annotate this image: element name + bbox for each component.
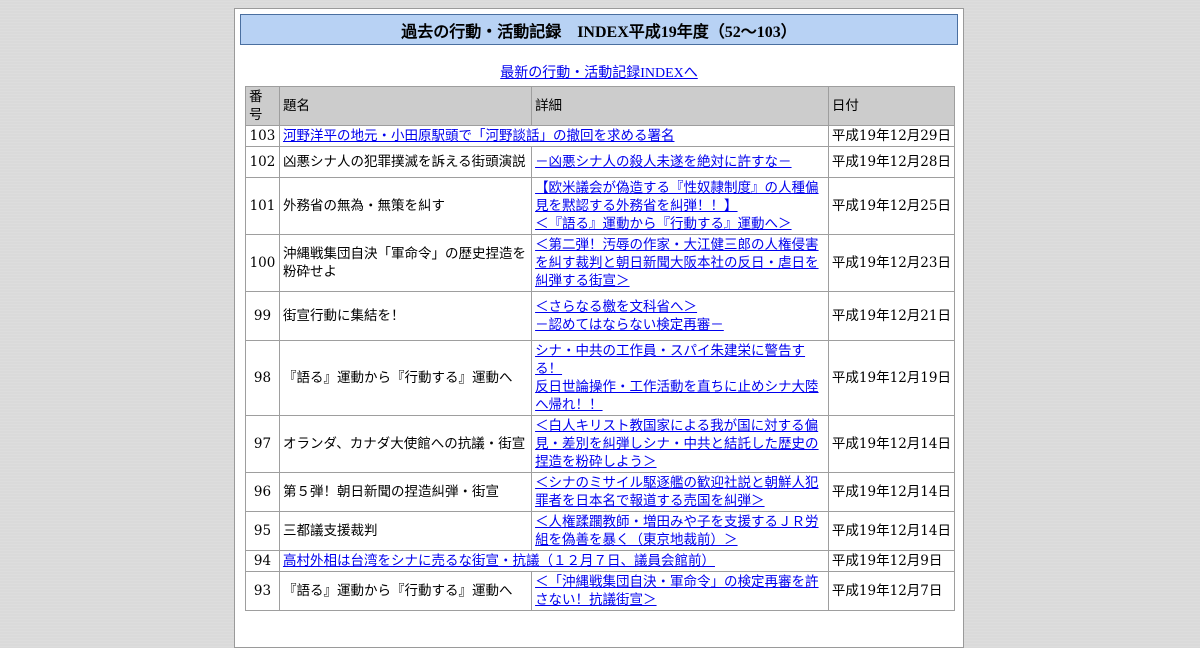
record-detail-cell: ＜シナのミサイル駆逐艦の歓迎社説と朝鮮人犯罪者を日本名で報道する売国を糾弾＞ <box>531 472 829 512</box>
record-detail-link[interactable]: ＜第二弾！汚辱の作家・大江健三郎の人権侵害を糾す裁判と朝日新聞大阪本社の反日・虐… <box>535 236 825 290</box>
record-detail-cell: ＜第二弾！汚辱の作家・大江健三郎の人権侵害を糾す裁判と朝日新聞大阪本社の反日・虐… <box>531 234 829 292</box>
record-title-cell: 外務省の無為・無策を糾す <box>278 177 533 235</box>
record-detail-cell: ＜白人キリスト教国家による我が国に対する偏見・差別を糾弾しシナ・中共と結託した歴… <box>531 415 829 473</box>
record-title: 凶悪シナ人の犯罪撲滅を訴える街頭演説 <box>282 154 526 170</box>
record-date: 平成19年12月14日 <box>827 472 956 512</box>
record-detail-link[interactable]: 反日世論操作・工作活動を直ちに止めシナ大陸へ帰れ！！ <box>535 378 825 414</box>
record-number: 96 <box>245 472 280 512</box>
table-row: 98 『語る』運動から『行動する』運動へ シナ・中共の工作員・スパイ朱建栄に警告する… <box>245 340 956 416</box>
table-row: 102 凶悪シナ人の犯罪撲滅を訴える街頭演説 －凶悪シナ人の殺人未遂を絶対に許すな－… <box>245 146 956 178</box>
record-title-cell: 『語る』運動から『行動する』運動へ <box>278 340 533 416</box>
record-detail-link[interactable]: シナ・中共の工作員・スパイ朱建栄に警告する！ <box>535 342 825 378</box>
record-detail-link[interactable]: ＜白人キリスト教国家による我が国に対する偏見・差別を糾弾しシナ・中共と結託した歴… <box>535 417 825 471</box>
latest-index-link[interactable]: 最新の行動・活動記録INDEXへ <box>500 66 698 81</box>
record-detail-link[interactable]: ＜さらなる檄を文科省へ＞ <box>535 298 825 316</box>
record-title: 外務省の無為・無策を糾す <box>282 198 445 214</box>
table-row: 101 外務省の無為・無策を糾す 【欧米議会が偽造する『性奴隷制度』の人種偏見を黙認… <box>245 177 956 235</box>
table-body: 103 河野洋平の地元・小田原駅頭で「河野談話」の撤回を求める署名平成19年12月… <box>245 125 956 611</box>
record-detail-link[interactable]: ＜「沖縄戦集団自決・軍命令」の検定再審を許さない！抗議街宣＞ <box>535 573 825 609</box>
record-number: 95 <box>245 511 280 551</box>
table-row: 99 街宣行動に集結を！ ＜さらなる檄を文科省へ＞ －認めてはならない検定再審－ 平成1… <box>245 291 956 341</box>
record-detail-cell: ＜「沖縄戦集団自決・軍命令」の検定再審を許さない！抗議街宣＞ <box>531 571 829 611</box>
page-title: 過去の行動・活動記録 INDEX平成19年度（52～103） <box>240 14 958 45</box>
record-title-cell: 第５弾！朝日新聞の捏造糾弾・街宣 <box>278 472 533 512</box>
record-date: 平成19年12月29日 <box>827 125 956 147</box>
table-header-row: 番号 題名 詳細 日付 <box>245 86 956 126</box>
record-title-cell: 河野洋平の地元・小田原駅頭で「河野談話」の撤回を求める署名 <box>278 125 829 147</box>
record-detail-cell: ＜人権蹂躙教師・増田みや子を支援するＪＲ労組を偽善を暴く（東京地裁前）＞ <box>531 511 829 551</box>
record-number: 98 <box>245 340 280 416</box>
table-row: 95 三都議支援裁判 ＜人権蹂躙教師・増田みや子を支援するＪＲ労組を偽善を暴く（東京… <box>245 511 956 551</box>
record-title-link[interactable]: 河野洋平の地元・小田原駅頭で「河野談話」の撤回を求める署名 <box>283 128 675 144</box>
record-number: 103 <box>245 125 280 147</box>
record-title: 第５弾！朝日新聞の捏造糾弾・街宣 <box>282 484 499 500</box>
record-number: 101 <box>245 177 280 235</box>
record-detail-link[interactable]: ＜『語る』運動から『行動する』運動へ＞ <box>535 215 825 233</box>
records-table: 番号 題名 詳細 日付 103 河野洋平の地元・小田原駅頭で「河野談話」の撤回を求… <box>245 86 956 611</box>
record-title-cell: 沖縄戦集団自決「軍命令」の歴史捏造を粉砕せよ <box>278 234 533 292</box>
record-detail-link[interactable]: －凶悪シナ人の殺人未遂を絶対に許すな－ <box>535 153 825 171</box>
record-date: 平成19年12月9日 <box>827 550 956 572</box>
latest-index-link-wrap: 最新の行動・活動記録INDEXへ <box>235 62 963 82</box>
record-detail-link[interactable]: ＜シナのミサイル駆逐艦の歓迎社説と朝鮮人犯罪者を日本名で報道する売国を糾弾＞ <box>535 474 825 510</box>
table-row: 103 河野洋平の地元・小田原駅頭で「河野談話」の撤回を求める署名 平成19年12月… <box>245 125 956 147</box>
record-date: 平成19年12月14日 <box>827 415 956 473</box>
record-title: 街宣行動に集結を！ <box>282 308 405 324</box>
record-number: 93 <box>245 571 280 611</box>
record-date: 平成19年12月7日 <box>827 571 956 611</box>
header-detail: 詳細 <box>531 86 829 126</box>
record-detail-link[interactable]: 【欧米議会が偽造する『性奴隷制度』の人種偏見を黙認する外務省を糾弾！！】 <box>535 179 825 215</box>
record-number: 100 <box>245 234 280 292</box>
record-detail-cell: ＜さらなる檄を文科省へ＞ －認めてはならない検定再審－ <box>531 291 829 341</box>
record-title: オランダ、カナダ大使館への抗議・街宣 <box>282 436 526 452</box>
record-title-cell: 街宣行動に集結を！ <box>278 291 533 341</box>
record-title-cell: 高村外相は台湾をシナに売るな街宣・抗議（１２月７日、議員会館前） <box>278 550 829 572</box>
record-title: 沖縄戦集団自決「軍命令」の歴史捏造を粉砕せよ <box>282 246 526 280</box>
record-title: 『語る』運動から『行動する』運動へ <box>282 583 513 599</box>
table-row: 97 オランダ、カナダ大使館への抗議・街宣 ＜白人キリスト教国家による我が国に対する… <box>245 415 956 473</box>
record-number: 94 <box>245 550 280 572</box>
record-title: 三都議支援裁判 <box>282 523 378 539</box>
table-row: 96 第５弾！朝日新聞の捏造糾弾・街宣 ＜シナのミサイル駆逐艦の歓迎社説と朝鮮人犯罪… <box>245 472 956 512</box>
record-date: 平成19年12月28日 <box>827 146 956 178</box>
record-title-cell: 凶悪シナ人の犯罪撲滅を訴える街頭演説 <box>278 146 533 178</box>
record-detail-cell: シナ・中共の工作員・スパイ朱建栄に警告する！ 反日世論操作・工作活動を直ちに止めシ… <box>531 340 829 416</box>
record-detail-link[interactable]: ＜人権蹂躙教師・増田みや子を支援するＪＲ労組を偽善を暴く（東京地裁前）＞ <box>535 513 825 549</box>
record-detail-cell: －凶悪シナ人の殺人未遂を絶対に許すな－ <box>531 146 829 178</box>
table-row: 100 沖縄戦集団自決「軍命令」の歴史捏造を粉砕せよ ＜第二弾！汚辱の作家・大江健三… <box>245 234 956 292</box>
record-title-cell: 三都議支援裁判 <box>278 511 533 551</box>
record-date: 平成19年12月23日 <box>827 234 956 292</box>
record-number: 99 <box>245 291 280 341</box>
header-number: 番号 <box>245 86 280 126</box>
header-date: 日付 <box>827 86 956 126</box>
record-detail-link[interactable]: －認めてはならない検定再審－ <box>535 316 825 334</box>
record-title: 『語る』運動から『行動する』運動へ <box>282 370 513 386</box>
record-date: 平成19年12月19日 <box>827 340 956 416</box>
record-number: 102 <box>245 146 280 178</box>
record-date: 平成19年12月25日 <box>827 177 956 235</box>
record-title-cell: 『語る』運動から『行動する』運動へ <box>278 571 533 611</box>
header-title: 題名 <box>278 86 533 126</box>
record-date: 平成19年12月14日 <box>827 511 956 551</box>
record-number: 97 <box>245 415 280 473</box>
record-title-link[interactable]: 高村外相は台湾をシナに売るな街宣・抗議（１２月７日、議員会館前） <box>283 553 715 569</box>
record-title-cell: オランダ、カナダ大使館への抗議・街宣 <box>278 415 533 473</box>
table-row: 94 高村外相は台湾をシナに売るな街宣・抗議（１２月７日、議員会館前） 平成19年1… <box>245 550 956 572</box>
content-frame: 過去の行動・活動記録 INDEX平成19年度（52～103） 最新の行動・活動記… <box>234 8 964 648</box>
table-row: 93 『語る』運動から『行動する』運動へ ＜「沖縄戦集団自決・軍命令」の検定再審を許… <box>245 571 956 611</box>
record-date: 平成19年12月21日 <box>827 291 956 341</box>
record-detail-cell: 【欧米議会が偽造する『性奴隷制度』の人種偏見を黙認する外務省を糾弾！！】 ＜『語る… <box>531 177 829 235</box>
